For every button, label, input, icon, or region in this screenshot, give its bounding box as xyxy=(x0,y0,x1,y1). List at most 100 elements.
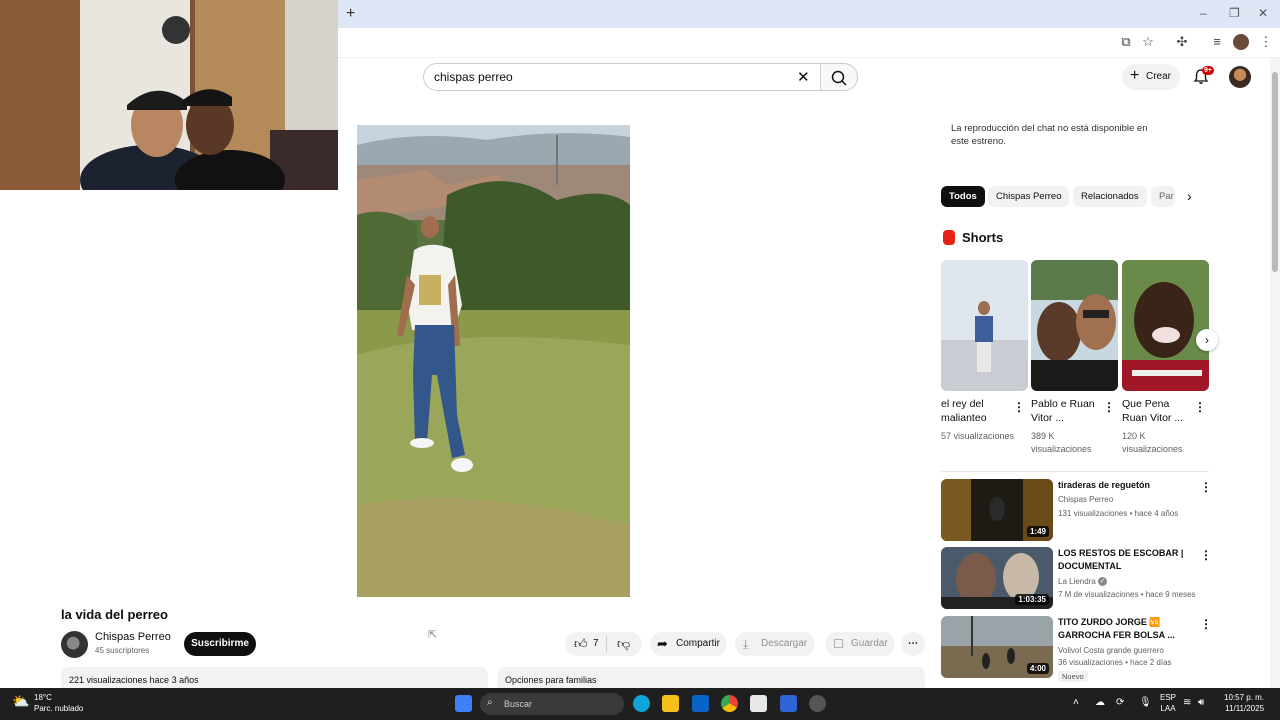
subscriber-count: 45 suscriptores xyxy=(95,646,150,655)
microphone-icon[interactable]: 🎙︎ xyxy=(1139,697,1152,708)
download-label: Descargar xyxy=(761,638,808,649)
video-duration: 1:03:35 xyxy=(1015,594,1049,605)
recommended-thumbnail[interactable]: 1:49 xyxy=(941,479,1053,541)
channel-name[interactable]: Chispas Perreo xyxy=(95,631,171,643)
plus-icon: + xyxy=(1130,67,1140,84)
like-dislike-group: 👍︎ 7 👎︎ xyxy=(565,632,642,656)
channel-avatar[interactable] xyxy=(61,631,88,658)
outlook-icon[interactable] xyxy=(692,695,709,712)
maximize-icon[interactable]: ❐ xyxy=(1229,6,1240,20)
store-icon[interactable] xyxy=(750,695,767,712)
divider xyxy=(941,471,1209,472)
more-vert-icon[interactable]: ⋮ xyxy=(1200,480,1212,494)
like-icon[interactable]: 👍︎ xyxy=(574,632,588,656)
download-button[interactable]: ⤓ Descargar xyxy=(735,632,815,656)
app-icon[interactable] xyxy=(780,695,797,712)
video-player[interactable] xyxy=(357,125,630,597)
webcam-overlay xyxy=(0,0,338,190)
browser-menu-icon[interactable]: ⋮ xyxy=(1258,34,1274,50)
media-controls-icon[interactable]: ≡ xyxy=(1209,34,1225,50)
short-thumbnail[interactable] xyxy=(1031,260,1118,391)
more-vert-icon[interactable]: ⋮ xyxy=(1013,400,1025,414)
taskbar-search-icon: ⌕ xyxy=(487,697,493,708)
dislike-icon[interactable]: 👎︎ xyxy=(617,632,630,656)
search-input[interactable]: chispas perreo xyxy=(434,70,513,84)
share-button[interactable]: ➦ Compartir xyxy=(650,632,727,656)
shorts-heading: Shorts xyxy=(962,230,1004,245)
keyboard-layout: LAA xyxy=(1160,704,1176,713)
short-thumbnail[interactable] xyxy=(941,260,1028,391)
clear-search-icon[interactable]: ✕ xyxy=(797,68,810,86)
save-playlist-icon: ☐ xyxy=(833,637,844,651)
start-windows-icon[interactable] xyxy=(455,695,472,712)
temperature: 18°C xyxy=(34,693,52,702)
chip-todos[interactable]: Todos xyxy=(941,186,985,207)
new-tab-button[interactable]: + xyxy=(346,5,355,23)
shorts-next-button[interactable]: › xyxy=(1196,329,1218,351)
scrollbar-thumb[interactable] xyxy=(1272,72,1278,272)
short-title[interactable]: Que Pena Ruan Vitor ... xyxy=(1122,397,1192,425)
bookmark-star-icon[interactable]: ☆ xyxy=(1140,34,1156,50)
onedrive-icon[interactable]: ☁ xyxy=(1095,697,1105,708)
short-title[interactable]: el rey del malianteo xyxy=(941,397,1011,425)
family-options-label: Opciones para familias xyxy=(505,675,597,685)
notification-badge: 9+ xyxy=(1202,66,1214,75)
video-duration: 4:00 xyxy=(1026,663,1049,674)
language-indicator[interactable]: ESP LAA xyxy=(1160,692,1176,714)
short-thumbnail[interactable] xyxy=(1122,260,1209,391)
show-hidden-icons-icon[interactable]: ˄ xyxy=(1073,697,1079,708)
more-vert-icon[interactable]: ⋮ xyxy=(1103,400,1115,414)
recommended-title[interactable]: LOS RESTOS DE ESCOBAR | DOCUMENTAL xyxy=(1058,547,1193,573)
recommended-thumbnail[interactable]: 4:00 xyxy=(941,616,1053,678)
recommended-channel[interactable]: Chispas Perreo xyxy=(1058,493,1198,506)
minimize-icon[interactable]: – xyxy=(1200,6,1207,20)
taskbar-search[interactable]: Buscar xyxy=(480,693,624,715)
like-count: 7 xyxy=(593,638,599,649)
install-app-icon[interactable]: ⧉ xyxy=(1118,34,1134,50)
chip-chispas-perreo[interactable]: Chispas Perreo xyxy=(988,186,1070,207)
short-views: 389 K visualizaciones xyxy=(1031,431,1092,454)
recommended-title[interactable]: TITO ZURDO JORGE 🆚 GARROCHA FER BOLSA ..… xyxy=(1058,616,1193,642)
more-actions-button[interactable]: ⋯ xyxy=(901,632,925,656)
volume-icon[interactable]: 🔊︎ xyxy=(1198,697,1204,708)
weather-condition: Parc. nublado xyxy=(34,704,84,713)
recommended-title[interactable]: tiraderas de reguetón xyxy=(1058,479,1193,492)
chevron-right-icon: › xyxy=(1205,333,1209,347)
new-badge: Nuevo xyxy=(1058,671,1088,682)
system-clock[interactable]: 10:57 p. m. 11/11/2025 xyxy=(1224,692,1264,714)
account-avatar[interactable] xyxy=(1229,66,1251,88)
chip-partial[interactable]: Par xyxy=(1151,186,1175,207)
recommended-meta: 36 visualizaciones • hace 2 días xyxy=(1058,658,1172,667)
short-title[interactable]: Pablo e Ruan Vitor ... xyxy=(1031,397,1101,425)
close-window-icon[interactable]: ✕ xyxy=(1258,6,1268,20)
edge-icon[interactable] xyxy=(633,695,650,712)
recommended-thumbnail[interactable]: 1:03:35 xyxy=(941,547,1053,609)
wifi-icon[interactable]: ≋ xyxy=(1183,697,1191,708)
recommended-channel[interactable]: La Liendra ✓ xyxy=(1058,575,1108,588)
recommended-meta: 131 visualizaciones • hace 4 años xyxy=(1058,509,1179,518)
video-title: la vida del perreo xyxy=(61,607,168,622)
chrome-icon[interactable] xyxy=(721,695,738,712)
date: 11/11/2025 xyxy=(1225,704,1265,713)
extensions-icon[interactable]: ✣ xyxy=(1174,34,1190,50)
save-label: Guardar xyxy=(851,638,888,649)
weather-widget[interactable]: 18°C Parc. nublado xyxy=(34,692,83,714)
recommended-meta: 7 M de visualizaciones • hace 9 meses xyxy=(1058,590,1196,599)
taskbar-search-placeholder: Buscar xyxy=(504,699,533,709)
settings-icon[interactable] xyxy=(809,695,826,712)
more-vert-icon[interactable]: ⋮ xyxy=(1194,400,1206,414)
more-vert-icon[interactable]: ⋮ xyxy=(1200,617,1212,631)
save-button[interactable]: ☐ Guardar xyxy=(825,632,895,656)
create-label: Crear xyxy=(1145,71,1171,82)
profile-avatar-icon[interactable] xyxy=(1233,34,1249,50)
chip-relacionados[interactable]: Relacionados xyxy=(1073,186,1147,207)
channel-name: La Liendra xyxy=(1058,577,1096,586)
sync-icon[interactable]: ⟳ xyxy=(1116,697,1124,708)
search-button[interactable] xyxy=(820,63,858,91)
shorts-logo-icon xyxy=(943,230,955,245)
file-explorer-icon[interactable] xyxy=(662,695,679,712)
more-vert-icon[interactable]: ⋮ xyxy=(1200,548,1212,562)
subscribe-button[interactable]: Suscribirme xyxy=(184,632,256,656)
more-horizontal-icon: ⋯ xyxy=(908,638,918,649)
chips-next-icon[interactable]: › xyxy=(1187,188,1192,204)
